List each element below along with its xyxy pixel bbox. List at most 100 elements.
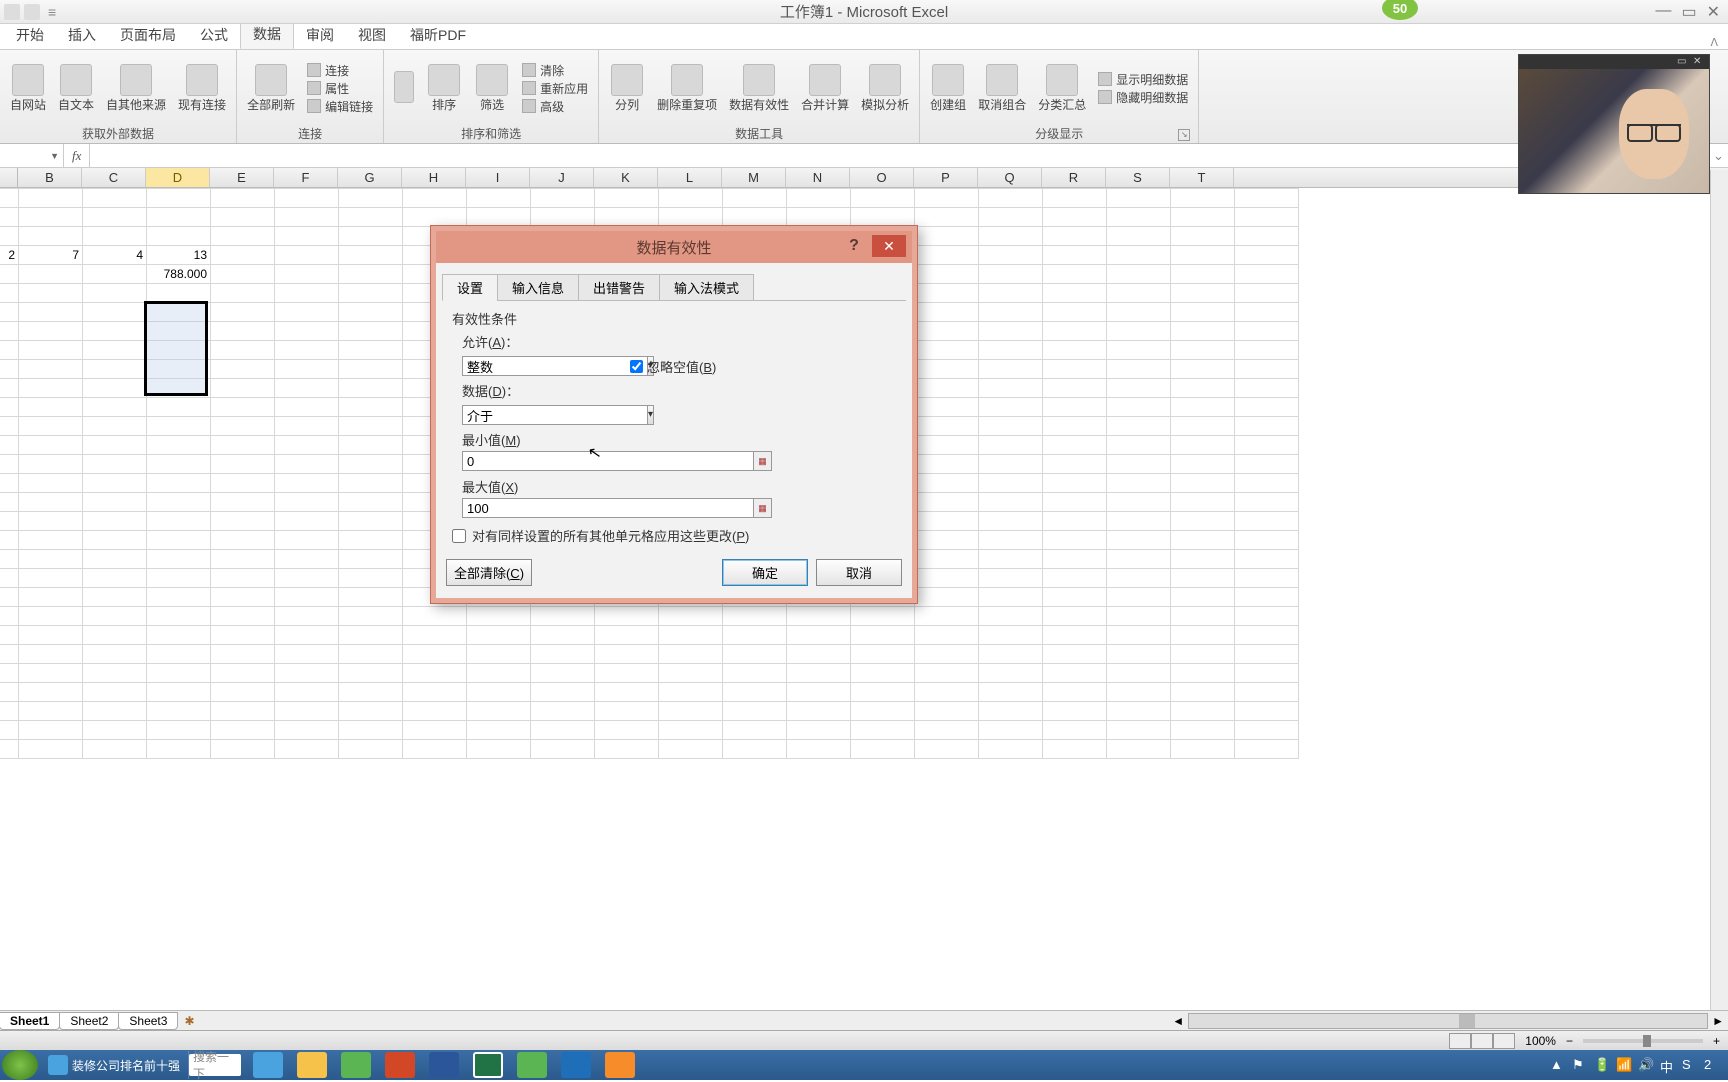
data-input[interactable] xyxy=(462,405,648,425)
formula-expand-icon[interactable]: ⌄ xyxy=(1708,144,1728,167)
tab-formulas[interactable]: 公式 xyxy=(188,21,240,49)
qat-dropdown-icon[interactable] xyxy=(24,4,40,20)
tab-home[interactable]: 开始 xyxy=(4,21,56,49)
tray-icon[interactable]: S xyxy=(1682,1057,1698,1073)
btn-reapply[interactable]: 重新应用 xyxy=(522,80,588,97)
zoom-label[interactable]: 100% xyxy=(1525,1034,1556,1048)
namebox-dropdown-icon[interactable]: ▼ xyxy=(50,151,59,161)
dlg-tab-ime-mode[interactable]: 输入法模式 xyxy=(659,274,754,301)
col-header[interactable]: D xyxy=(146,168,210,187)
col-header[interactable]: E xyxy=(210,168,274,187)
cell[interactable]: 4 xyxy=(83,246,147,265)
tray-icon[interactable]: ▲ xyxy=(1550,1057,1566,1073)
dlg-tab-error-alert[interactable]: 出错警告 xyxy=(578,274,660,301)
explorer-app-icon[interactable] xyxy=(297,1052,327,1078)
zoom-out-icon[interactable]: − xyxy=(1566,1034,1573,1048)
btn-data-validation[interactable]: 数据有效性 xyxy=(725,52,793,124)
tray-icon[interactable]: 🔋 xyxy=(1594,1057,1610,1073)
col-header[interactable]: K xyxy=(594,168,658,187)
btn-advanced[interactable]: 高级 xyxy=(522,98,588,115)
dlg-tab-input-message[interactable]: 输入信息 xyxy=(497,274,579,301)
data-combo[interactable]: ▾ xyxy=(462,405,612,425)
new-sheet-icon[interactable]: ✱ xyxy=(178,1014,200,1028)
btn-clear[interactable]: 清除 xyxy=(522,62,588,79)
dialog-close-icon[interactable]: ✕ xyxy=(872,235,906,257)
apply-all-checkbox[interactable] xyxy=(452,529,466,543)
tab-review[interactable]: 审阅 xyxy=(294,21,346,49)
page-layout-view-icon[interactable] xyxy=(1471,1033,1493,1049)
tray-ime-icon[interactable]: 中 xyxy=(1660,1057,1676,1073)
cell[interactable]: 788.000 xyxy=(147,265,211,284)
close-icon[interactable]: ✕ xyxy=(1707,2,1720,22)
tab-foxit-pdf[interactable]: 福昕PDF xyxy=(398,21,478,49)
tab-view[interactable]: 视图 xyxy=(346,21,398,49)
min-input[interactable] xyxy=(462,451,754,471)
tray-time[interactable]: 2 xyxy=(1704,1057,1720,1073)
qat-save-icon[interactable] xyxy=(4,4,20,20)
sheet-tab[interactable]: Sheet1 xyxy=(0,1012,60,1030)
maximize-icon[interactable]: ▭ xyxy=(1681,2,1696,22)
taskbar-search[interactable]: 搜索一下 xyxy=(189,1054,241,1076)
btn-ungroup[interactable]: 取消组合 xyxy=(974,52,1030,124)
btn-sort[interactable]: 排序 xyxy=(422,52,466,124)
btn-show-detail[interactable]: 显示明细数据 xyxy=(1098,71,1188,88)
col-header[interactable]: F xyxy=(274,168,338,187)
select-all-corner[interactable] xyxy=(0,168,18,187)
start-button[interactable] xyxy=(2,1050,38,1080)
ignore-blank-checkbox[interactable] xyxy=(630,360,643,373)
video-app-icon[interactable] xyxy=(605,1052,635,1078)
name-box[interactable]: ▼ xyxy=(0,144,64,167)
powerpoint-app-icon[interactable] xyxy=(385,1052,415,1078)
btn-hide-detail[interactable]: 隐藏明细数据 xyxy=(1098,89,1188,106)
allow-input[interactable] xyxy=(462,356,648,376)
btn-from-web[interactable]: 自网站 xyxy=(6,52,50,124)
minimize-icon[interactable]: — xyxy=(1655,2,1671,22)
dropdown-icon[interactable]: ▾ xyxy=(648,405,654,425)
btn-existing-conn[interactable]: 现有连接 xyxy=(174,52,230,124)
dialog-titlebar[interactable]: 数据有效性 ? ✕ xyxy=(436,231,912,263)
tab-insert[interactable]: 插入 xyxy=(56,21,108,49)
music-app-icon[interactable] xyxy=(517,1052,547,1078)
btn-edit-links[interactable]: 编辑链接 xyxy=(307,98,373,115)
dialog-launcher-icon[interactable]: ↘ xyxy=(1178,129,1190,141)
btn-group[interactable]: 创建组 xyxy=(926,52,970,124)
btn-sort-az[interactable] xyxy=(390,52,418,124)
word-app-icon[interactable] xyxy=(429,1052,459,1078)
dlg-tab-settings[interactable]: 设置 xyxy=(442,274,498,301)
max-input[interactable] xyxy=(462,498,754,518)
ie-app-icon[interactable] xyxy=(253,1052,283,1078)
btn-from-text[interactable]: 自文本 xyxy=(54,52,98,124)
cell[interactable]: 7 xyxy=(19,246,83,265)
tray-icon[interactable]: ⚑ xyxy=(1572,1057,1588,1073)
zoom-in-icon[interactable]: + xyxy=(1713,1034,1720,1048)
vertical-scrollbar[interactable] xyxy=(1710,170,1728,1010)
btn-subtotal[interactable]: 分类汇总 xyxy=(1034,52,1090,124)
tray-volume-icon[interactable]: 🔊 xyxy=(1638,1057,1654,1073)
btn-text-to-columns[interactable]: 分列 xyxy=(605,52,649,124)
cancel-button[interactable]: 取消 xyxy=(816,559,902,586)
clear-all-button[interactable]: 全部清除(C) xyxy=(446,559,532,586)
col-header[interactable]: S xyxy=(1106,168,1170,187)
cell[interactable]: 13 xyxy=(147,246,211,265)
btn-filter[interactable]: 筛选 xyxy=(470,52,514,124)
col-header[interactable]: R xyxy=(1042,168,1106,187)
excel-app-icon[interactable] xyxy=(473,1052,503,1078)
col-header[interactable]: N xyxy=(786,168,850,187)
ok-button[interactable]: 确定 xyxy=(722,559,808,586)
btn-consolidate[interactable]: 合并计算 xyxy=(797,52,853,124)
col-header[interactable]: T xyxy=(1170,168,1234,187)
dialog-help-icon[interactable]: ? xyxy=(840,235,868,257)
col-header[interactable]: Q xyxy=(978,168,1042,187)
btn-properties[interactable]: 属性 xyxy=(307,80,373,97)
zoom-slider[interactable] xyxy=(1583,1039,1703,1043)
fx-icon[interactable]: fx xyxy=(64,144,90,167)
tray-icon[interactable]: 📶 xyxy=(1616,1057,1632,1073)
sheet-tab[interactable]: Sheet2 xyxy=(59,1012,119,1030)
col-header[interactable]: I xyxy=(466,168,530,187)
btn-refresh-all[interactable]: 全部刷新 xyxy=(243,52,299,124)
tab-page-layout[interactable]: 页面布局 xyxy=(108,21,188,49)
col-header[interactable]: B xyxy=(18,168,82,187)
col-header[interactable]: L xyxy=(658,168,722,187)
formula-input[interactable] xyxy=(90,148,1708,163)
normal-view-icon[interactable] xyxy=(1449,1033,1471,1049)
